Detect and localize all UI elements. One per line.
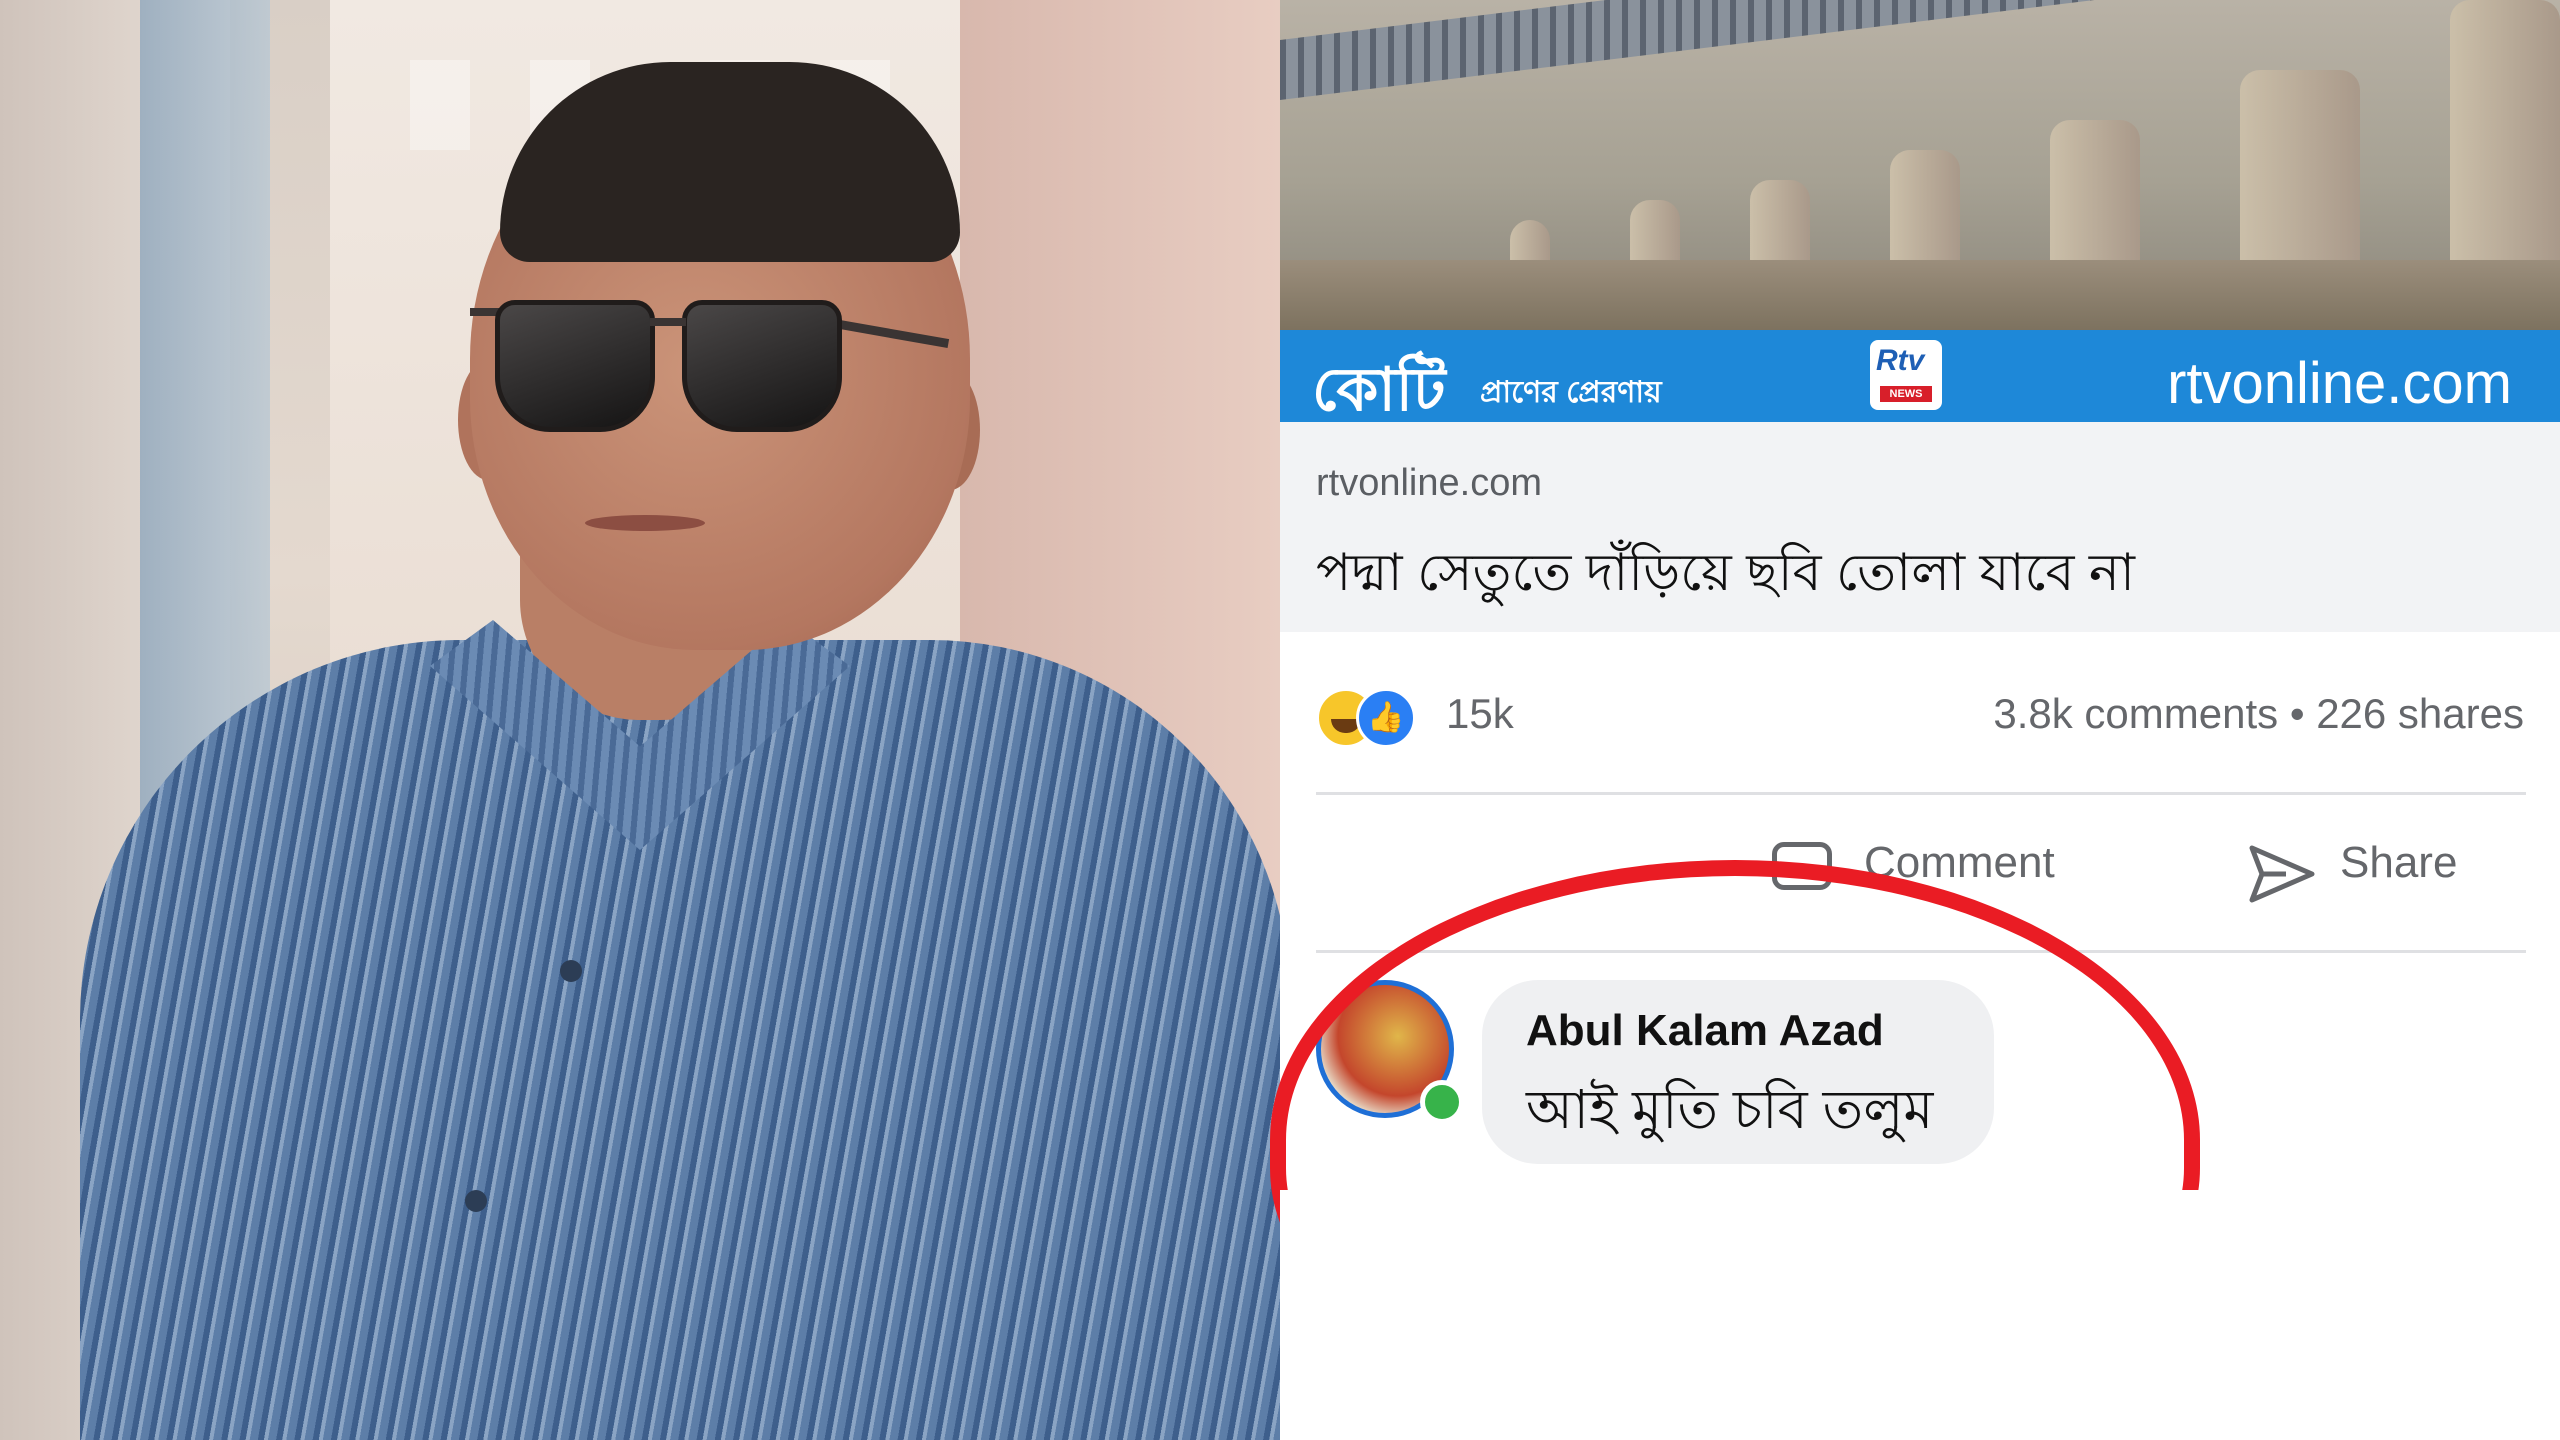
- link-domain: rtvonline.com: [1316, 462, 1542, 504]
- bridge-pier: [2240, 70, 2360, 290]
- share-button[interactable]: Share: [2340, 838, 2457, 888]
- like-reaction-icon: 👍: [1356, 688, 1416, 748]
- reaction-count[interactable]: 15k: [1446, 690, 1514, 738]
- bridge-deck: [1280, 0, 2560, 101]
- portrait-photo: [0, 0, 1280, 1440]
- shirt-button: [560, 960, 582, 982]
- rtv-logo-text: Rtv: [1876, 344, 1925, 377]
- link-headline[interactable]: পদ্মা সেতুতে দাঁড়িয়ে ছবি তোলা যাবে না: [1316, 532, 2135, 619]
- banner-tagline: প্রাণের প্রেরণায়: [1480, 376, 1662, 409]
- divider: [1316, 792, 2526, 795]
- blank-area: [1280, 1190, 2560, 1440]
- share-icon[interactable]: [2246, 838, 2318, 910]
- mouth: [585, 515, 705, 531]
- rtv-logo-news: NEWS: [1880, 386, 1932, 402]
- comment-share-stats[interactable]: 3.8k comments • 226 shares: [1993, 690, 2524, 738]
- reaction-icons[interactable]: 👍: [1316, 688, 1436, 748]
- bridge-photo: [1280, 0, 2560, 330]
- banner-site-url: rtvonline.com: [2167, 351, 2512, 416]
- river: [1280, 260, 2560, 330]
- rtv-logo: Rtv NEWS: [1870, 340, 1942, 410]
- sunglasses-lens: [682, 300, 842, 432]
- bridge-pier: [2450, 0, 2560, 290]
- glasses-bridge: [650, 318, 686, 326]
- shirt-button: [465, 1190, 487, 1212]
- sunglasses-lens: [495, 300, 655, 432]
